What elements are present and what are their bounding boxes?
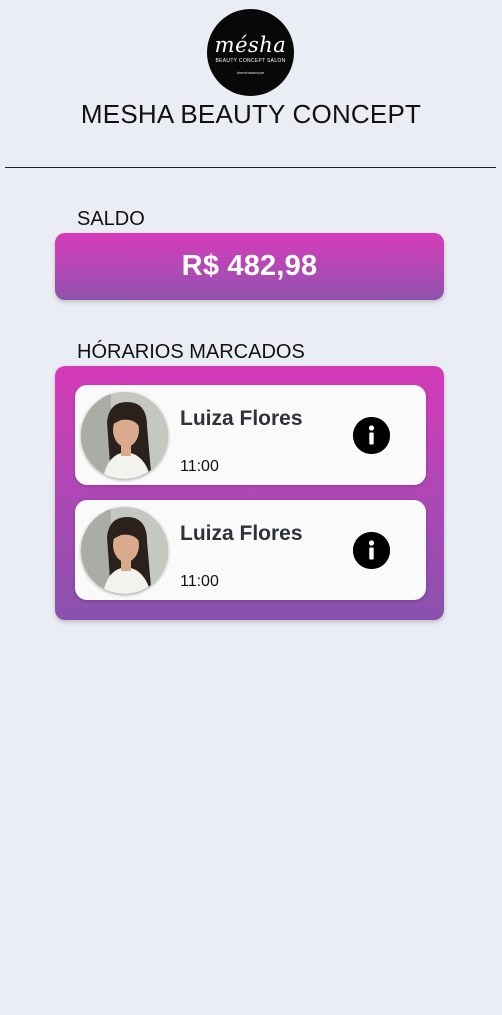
appointment-card[interactable]: Luiza Flores 11:00 bbox=[75, 500, 426, 600]
info-icon bbox=[353, 532, 390, 569]
home-screen: mésha BEAUTY CONCEPT SALON #meshasempre … bbox=[0, 0, 502, 1015]
balance-card: R$ 482,98 bbox=[55, 233, 444, 300]
brand-logo: mésha BEAUTY CONCEPT SALON #meshasempre bbox=[207, 9, 294, 96]
appointment-card[interactable]: Luiza Flores 11:00 bbox=[75, 385, 426, 485]
appointment-time: 11:00 bbox=[180, 573, 219, 590]
logo-tagline: #meshasempre bbox=[236, 69, 265, 75]
avatar bbox=[81, 392, 168, 479]
balance-label: SALDO bbox=[77, 208, 145, 230]
avatar bbox=[81, 507, 168, 594]
appointments-label: HÓRARIOS MARCADOS bbox=[77, 341, 305, 363]
profile-photo-icon bbox=[81, 392, 168, 479]
info-icon bbox=[353, 417, 390, 454]
header-divider bbox=[5, 167, 496, 168]
appointments-panel: Luiza Flores 11:00 Luiza Flores 11:00 bbox=[55, 366, 444, 620]
logo-subtitle: BEAUTY CONCEPT SALON bbox=[215, 57, 286, 64]
appointment-time: 11:00 bbox=[180, 458, 219, 475]
balance-value: R$ 482,98 bbox=[181, 250, 318, 282]
appointment-name: Luiza Flores bbox=[180, 522, 303, 545]
profile-photo-icon bbox=[81, 507, 168, 594]
logo-wordmark: mésha bbox=[214, 32, 287, 57]
app-title: MESHA BEAUTY CONCEPT bbox=[80, 99, 422, 129]
info-button[interactable] bbox=[353, 532, 390, 569]
info-button[interactable] bbox=[353, 417, 390, 454]
appointment-name: Luiza Flores bbox=[180, 407, 303, 430]
